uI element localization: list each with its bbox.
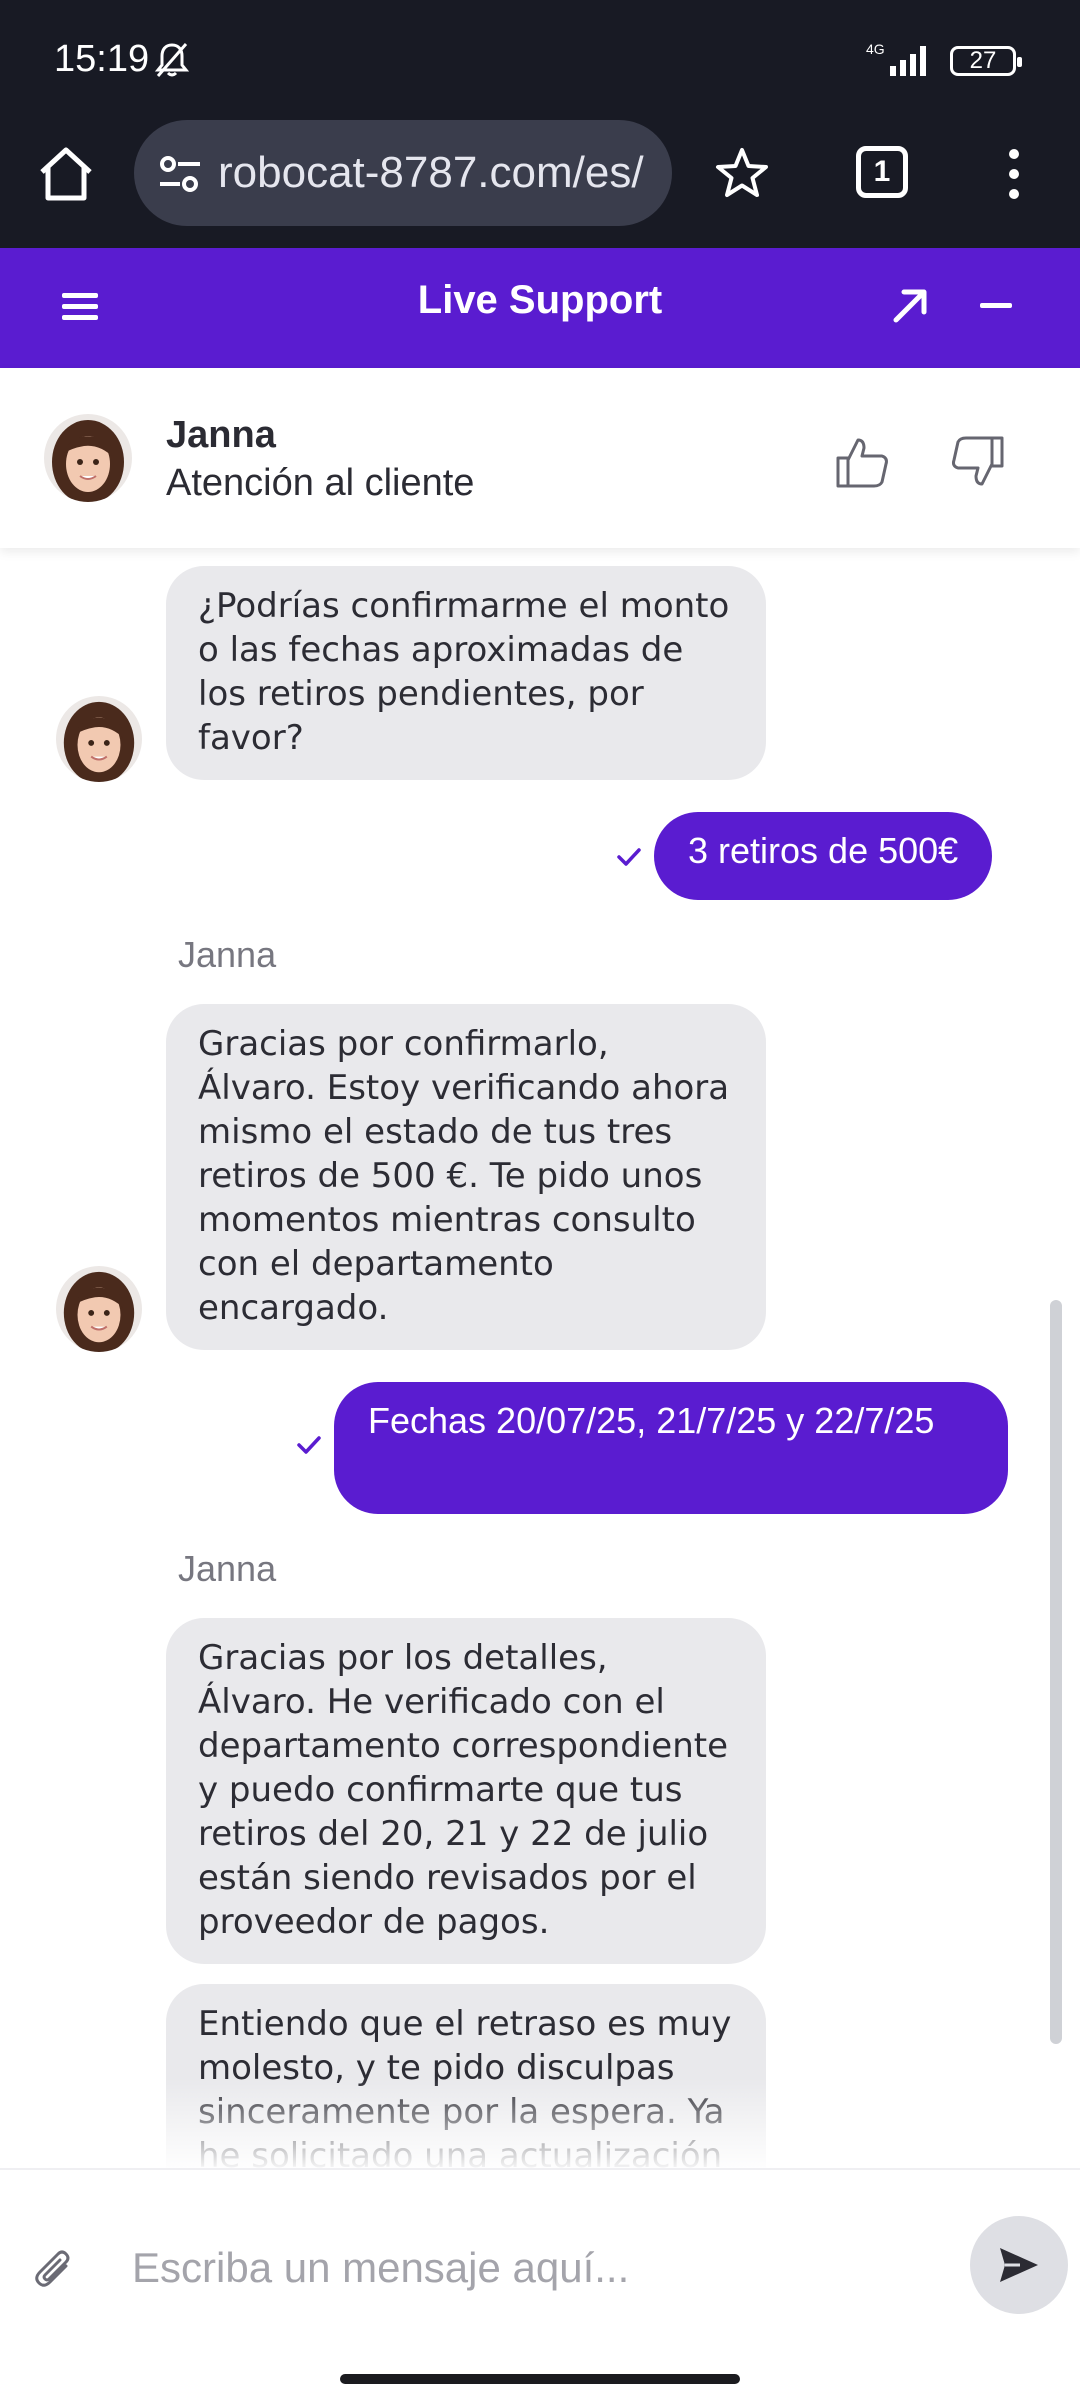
scrollbar[interactable]: [1050, 1300, 1062, 2044]
message-composer: [0, 2168, 1080, 2354]
network-type: 4G: [866, 42, 885, 57]
user-message: 3 retiros de 500€: [654, 812, 993, 900]
agent-message: ¿Podrías confirmarme el monto o las fech…: [166, 566, 766, 780]
star-icon[interactable]: [712, 144, 772, 204]
check-icon: [297, 1436, 321, 1454]
sender-name: Janna: [178, 1548, 277, 1589]
battery-level: 27: [969, 47, 997, 74]
attach-icon[interactable]: [32, 2244, 76, 2294]
message-input[interactable]: [132, 2228, 932, 2308]
avatar: [56, 1266, 142, 1352]
agent-message: Gracias por los detalles, Álvaro. He ver…: [166, 1618, 766, 1964]
tune-icon[interactable]: [158, 154, 202, 194]
avatar: [44, 414, 132, 502]
agent-info: Janna Atención al cliente: [0, 368, 1080, 548]
home-icon[interactable]: [34, 142, 98, 206]
status-bar: 15:19 4G 27: [0, 0, 1080, 120]
signal-icon: 4G: [866, 42, 926, 76]
chat-header: Live Support: [0, 248, 1080, 368]
thumb-up-icon[interactable]: [834, 434, 890, 490]
agent-message: Gracias por confirmarlo, Álvaro. Estoy v…: [166, 1004, 766, 1350]
send-button[interactable]: [970, 2216, 1068, 2314]
bell-off-icon: [154, 43, 190, 77]
message-list[interactable]: ¿Podrías confirmarme el monto o las fech…: [0, 548, 1080, 2168]
scroll-fade: [0, 2078, 1080, 2168]
more-vert-icon[interactable]: [1000, 144, 1028, 204]
user-message: Fechas 20/07/25, 21/7/25 y 22/7/25: [334, 1382, 1008, 1514]
browser-toolbar: robocat-8787.com/es/ 1: [0, 120, 1080, 248]
agent-name: Janna: [166, 414, 276, 456]
minimize-icon[interactable]: [980, 302, 1012, 310]
url-text: robocat-8787.com/es/: [218, 148, 644, 197]
agent-role: Atención al cliente: [166, 462, 475, 504]
thumb-down-icon[interactable]: [950, 434, 1006, 490]
expand-icon[interactable]: [888, 284, 932, 328]
avatar: [56, 696, 142, 782]
send-icon: [1000, 2248, 1038, 2282]
sender-name: Janna: [178, 934, 277, 975]
check-icon: [617, 848, 641, 866]
address-bar[interactable]: robocat-8787.com/es/: [134, 120, 672, 226]
tab-switcher-button[interactable]: 1: [856, 146, 908, 198]
battery-icon: 27: [950, 46, 1022, 76]
status-time: 15:19: [54, 38, 150, 80]
gesture-bar[interactable]: [340, 2374, 740, 2384]
